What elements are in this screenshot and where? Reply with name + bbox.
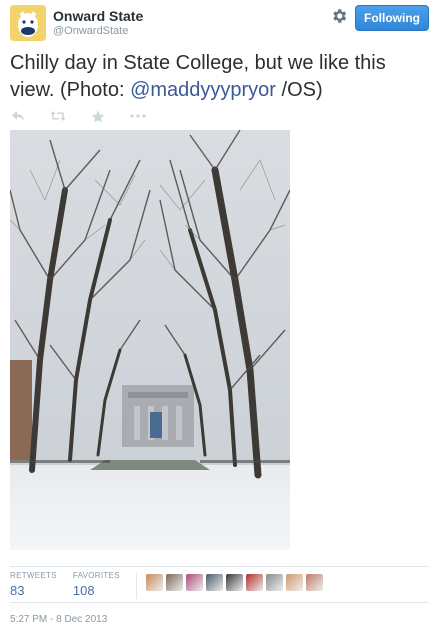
favoriter-avatar[interactable] [225,574,243,591]
mention-link[interactable]: @maddyyypryor [130,79,276,101]
retweets-stat[interactable]: RETWEETS 83 [10,571,57,598]
tweet-text: Chilly day in State College, but we like… [10,50,430,104]
display-name[interactable]: Onward State [53,8,143,24]
divider-top [10,566,429,567]
favorites-count: 108 [72,583,95,598]
favorite-icon[interactable] [90,109,106,123]
tweet-stats: RETWEETS 83 FAVORITES 108 [10,571,323,599]
avatar[interactable] [10,5,46,41]
gear-icon[interactable] [330,7,348,25]
user-handle[interactable]: @OnwardState [53,25,128,37]
favoriter-avatar[interactable] [305,574,323,591]
following-button-label: Following [364,11,420,25]
favoriter-avatar[interactable] [265,574,283,591]
tweet-photo[interactable] [10,130,290,550]
retweets-label: RETWEETS [10,571,57,580]
favoriter-avatar[interactable] [205,574,223,591]
favoriter-avatar[interactable] [145,574,163,591]
tweet-timestamp[interactable]: 5:27 PM - 8 Dec 2013 [10,614,107,625]
favoriter-avatar[interactable] [285,574,303,591]
retweet-icon[interactable] [50,109,66,123]
following-button[interactable]: Following [355,5,429,31]
divider-bottom [10,602,429,603]
tweet-actions [10,108,170,124]
favoriter-avatars [145,574,323,591]
favorites-label: FAVORITES [72,571,120,580]
favoriter-avatar[interactable] [245,574,263,591]
reply-icon[interactable] [10,109,26,123]
retweets-count: 83 [10,583,25,598]
favorites-stat[interactable]: FAVORITES 108 [73,571,120,598]
favoriter-avatar[interactable] [185,574,203,591]
stats-separator [135,573,137,599]
more-icon[interactable] [130,109,146,123]
nittany-lion-logo [10,5,46,41]
tweet-text-after: /OS) [275,79,323,101]
favoriter-avatar[interactable] [165,574,183,591]
